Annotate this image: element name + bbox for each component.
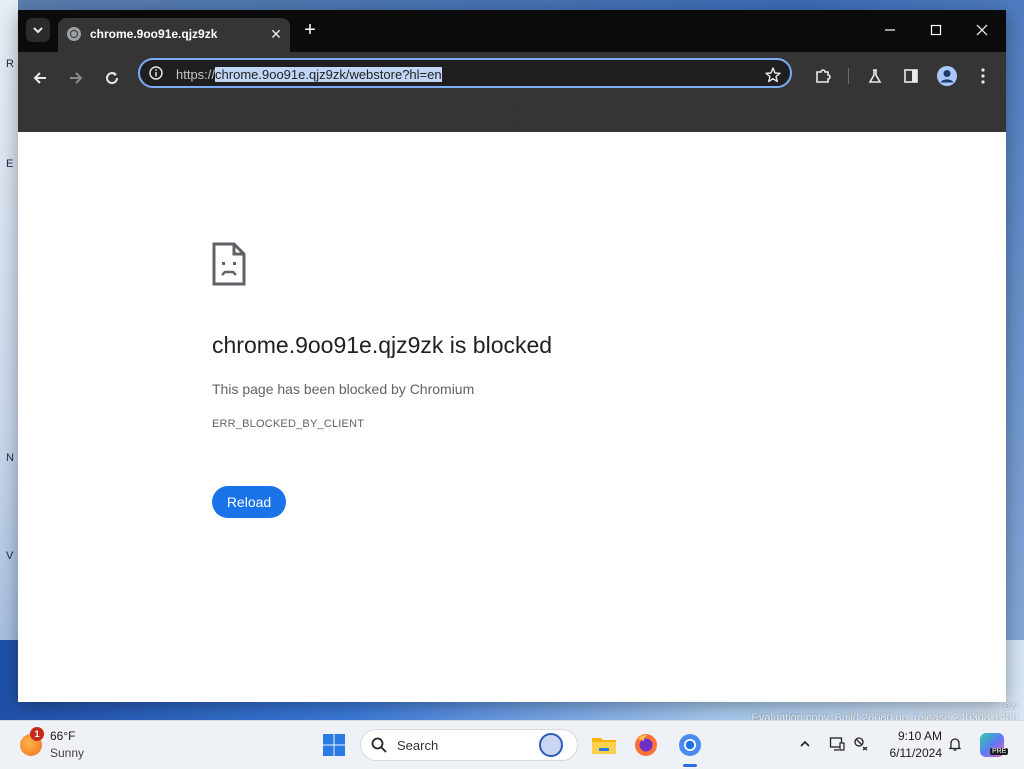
profile-button[interactable] — [936, 65, 958, 87]
error-description: This page has been blocked by Chromium — [212, 381, 475, 397]
chevron-down-icon — [33, 27, 43, 34]
tab-title: chrome.9oo91e.qjz9zk — [90, 27, 218, 41]
arrow-left-icon — [33, 72, 46, 84]
toolbar-divider — [848, 68, 849, 84]
desktop-icon-fragment: V — [6, 550, 14, 562]
kebab-menu-icon — [981, 68, 985, 84]
search-highlight-icon — [539, 733, 563, 757]
refresh-icon — [106, 72, 119, 85]
weather-condition[interactable]: Sunny — [50, 746, 84, 760]
text-cursor-icon — [514, 110, 520, 126]
taskbar: 1 66°F Sunny Search 9:10 AM 6/11/2024 PR… — [0, 720, 1024, 769]
bookmark-star-icon[interactable] — [764, 66, 782, 84]
desktop-icon-fragment: E — [6, 158, 14, 170]
active-app-indicator — [683, 764, 697, 767]
arrow-right-icon — [70, 72, 83, 84]
tab-strip: chrome.9oo91e.qjz9zk ✕ + — [18, 10, 1006, 52]
maximize-button[interactable] — [916, 16, 956, 44]
taskbar-search[interactable]: Search — [360, 729, 578, 761]
notification-bell-icon[interactable] — [946, 735, 964, 753]
minimize-icon — [885, 29, 895, 31]
weather-badge: 1 — [30, 727, 44, 741]
error-code: ERR_BLOCKED_BY_CLIENT — [212, 418, 365, 430]
reload-button[interactable]: Reload — [212, 486, 286, 518]
error-page: chrome.9oo91e.qjz9zk is blocked This pag… — [18, 132, 1006, 702]
browser-window: chrome.9oo91e.qjz9zk ✕ + https://chrome.… — [18, 10, 1006, 702]
tab-search-button[interactable] — [26, 18, 50, 42]
file-explorer-icon[interactable] — [590, 731, 618, 759]
url-selected-text: chrome.9oo91e.qjz9zk/webstore?hl=en — [215, 67, 442, 82]
copilot-badge: PRE — [990, 748, 1009, 755]
minimize-button[interactable] — [870, 16, 910, 44]
windows-start-icon[interactable] — [322, 733, 346, 757]
close-icon — [976, 24, 988, 36]
url-scheme: https:// — [176, 67, 216, 82]
forward-button[interactable] — [62, 64, 90, 92]
weather-temperature[interactable]: 66°F — [50, 729, 75, 743]
side-panel-button[interactable] — [900, 65, 922, 87]
clock-time[interactable]: 9:10 AM — [892, 729, 942, 743]
puzzle-icon — [816, 69, 831, 83]
display-icon[interactable] — [828, 735, 846, 753]
flask-icon — [868, 69, 882, 83]
address-bar[interactable]: https://chrome.9oo91e.qjz9zk/webstore?hl… — [138, 58, 792, 88]
reload-toolbar-button[interactable] — [98, 64, 126, 92]
chromium-icon[interactable] — [676, 731, 704, 759]
info-icon[interactable] — [149, 66, 163, 80]
new-tab-button[interactable]: + — [300, 20, 320, 40]
side-panel-icon — [904, 69, 918, 83]
tab-active[interactable]: chrome.9oo91e.qjz9zk ✕ — [58, 18, 290, 52]
error-heading: chrome.9oo91e.qjz9zk is blocked — [212, 332, 553, 358]
chevron-up-icon[interactable] — [796, 735, 814, 753]
search-label: Search — [397, 738, 439, 753]
avatar-icon — [937, 66, 957, 86]
desktop-icons-edge: R E N V C — [0, 0, 18, 720]
maximize-icon — [930, 24, 942, 36]
desktop-icon-fragment: R — [6, 58, 14, 70]
close-tab-icon[interactable]: ✕ — [266, 24, 286, 44]
url-text[interactable]: https://chrome.9oo91e.qjz9zk/webstore?hl… — [176, 67, 442, 82]
browser-toolbar: https://chrome.9oo91e.qjz9zk/webstore?hl… — [18, 52, 1006, 132]
back-button[interactable] — [26, 64, 54, 92]
globe-icon — [67, 27, 81, 41]
firefox-icon[interactable] — [632, 731, 660, 759]
network-icon[interactable] — [852, 735, 870, 753]
search-icon — [371, 737, 387, 753]
extensions-button[interactable] — [812, 65, 834, 87]
desktop-icon-fragment: N — [6, 452, 14, 464]
menu-button[interactable] — [972, 65, 994, 87]
clock-date[interactable]: 6/11/2024 — [884, 746, 943, 760]
labs-button[interactable] — [864, 65, 886, 87]
sad-document-icon — [212, 242, 246, 286]
close-window-button[interactable] — [962, 16, 1002, 44]
